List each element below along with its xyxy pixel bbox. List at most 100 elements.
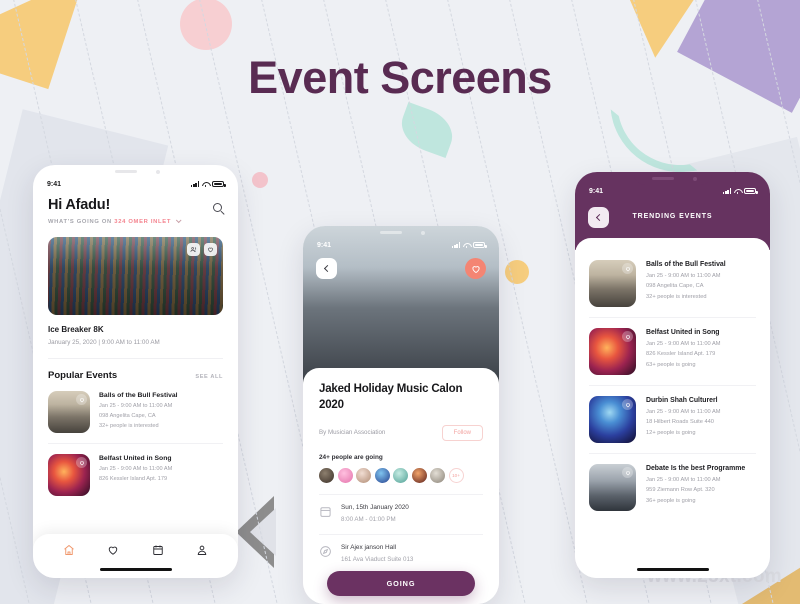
event-name: Balls of the Bull Festival xyxy=(99,392,178,399)
event-address: 098 Angelita Cape, CA xyxy=(646,283,704,289)
page-title: Event Screens xyxy=(248,52,552,103)
page-title: TRENDING EVENTS xyxy=(632,213,713,220)
popular-events-header: Popular Events SEE ALL xyxy=(48,358,223,381)
event-thumbnail xyxy=(589,328,636,375)
follow-button[interactable]: Follow xyxy=(441,424,483,441)
phone-home-screen: 9:41 Hi Afadu! WHAT'S GOING ON 324 OMER … xyxy=(33,165,238,578)
heart-icon[interactable] xyxy=(76,457,87,468)
back-button[interactable] xyxy=(316,258,337,279)
event-detail-sheet: Jaked Holiday Music Calon 2020 By Musici… xyxy=(303,368,499,604)
event-attendance: 32+ people is interested xyxy=(646,293,707,300)
mint-curve xyxy=(610,101,698,179)
location-selector[interactable]: WHAT'S GOING ON 324 OMER INLET xyxy=(48,217,223,225)
search-icon[interactable] xyxy=(213,203,222,212)
hero-event-image[interactable] xyxy=(48,237,223,315)
event-name: Belfast United in Song xyxy=(99,455,172,462)
bottom-tab-bar xyxy=(33,534,238,578)
event-attendance: 32+ people is interested xyxy=(99,423,159,429)
event-name: Debate Is the best Programme xyxy=(646,465,746,472)
battery-icon xyxy=(473,242,487,248)
heart-icon[interactable] xyxy=(622,331,633,342)
avatar-overflow-badge[interactable]: 10+ xyxy=(448,467,464,483)
avatar[interactable] xyxy=(430,467,445,483)
status-bar: 9:41 xyxy=(33,177,238,191)
event-name: Durbin Shah Culturerl xyxy=(646,397,718,404)
event-location-row: Sir Ajex janson Hall 161 Ava Viaduct Sui… xyxy=(319,533,483,563)
event-organizer: By Musician Association xyxy=(319,429,386,437)
event-address: 826 Kessler Island Apt. 179 xyxy=(646,351,716,357)
avatar[interactable] xyxy=(356,467,371,483)
heart-icon[interactable] xyxy=(622,399,633,410)
event-date: Jan 25 - 9:00 AM to 11:00 AM xyxy=(646,408,721,415)
event-date: Jan 25 - 9:00 AM to 11:00 AM xyxy=(646,272,721,279)
list-item[interactable]: Balls of the Bull Festival Jan 25 - 9:00… xyxy=(48,391,223,433)
event-address: 826 Kessler Island Apt. 179 xyxy=(99,476,168,482)
trending-events-list: Balls of the Bull Festival Jan 25 - 9:00… xyxy=(575,238,770,578)
signal-icon xyxy=(723,188,731,194)
wifi-icon xyxy=(463,242,470,248)
signal-icon xyxy=(452,242,460,248)
status-time: 9:41 xyxy=(589,187,604,195)
wifi-icon xyxy=(202,181,209,187)
chevron-left-icon xyxy=(323,264,332,273)
home-indicator xyxy=(636,567,709,571)
list-item[interactable]: Debate Is the best Programme Jan 25 - 9:… xyxy=(589,453,756,521)
tab-calendar[interactable] xyxy=(152,544,164,556)
avatar[interactable] xyxy=(319,467,334,483)
status-time: 9:41 xyxy=(47,180,62,188)
phone-notch xyxy=(362,226,440,239)
event-date-primary: Sun, 15th January 2020 xyxy=(341,503,409,511)
status-bar: 9:41 xyxy=(303,238,499,252)
list-item[interactable]: Durbin Shah Culturerl Jan 25 - 9:00 AM t… xyxy=(589,385,756,453)
phone-notch xyxy=(96,165,175,178)
status-bar: 9:41 xyxy=(575,184,770,198)
pink-circle-small xyxy=(252,172,268,188)
battery-icon xyxy=(212,181,226,187)
tab-profile[interactable] xyxy=(196,544,208,556)
event-attendance: 63+ people is going xyxy=(646,361,696,368)
going-button[interactable]: GOING xyxy=(327,571,475,596)
tab-favorites[interactable] xyxy=(107,544,119,556)
event-date-row: Sun, 15th January 2020 8:00 AM - 01:00 P… xyxy=(319,493,483,523)
phone-notch xyxy=(633,172,712,185)
phone-trending-events-screen: 9:41 TRENDING EVENTS Balls of the Bull F… xyxy=(575,172,770,578)
event-address: 959 Ziemann Row Apt. 320 xyxy=(646,487,715,493)
event-date: Jan 25 - 9:00 AM to 11:00 AM xyxy=(646,476,721,483)
phone-event-detail-screen: 9:41 Jaked Holiday Music Calon 2020 By M… xyxy=(303,226,499,604)
event-thumbnail xyxy=(48,391,90,433)
avatar[interactable] xyxy=(337,467,353,483)
see-all-link[interactable]: SEE ALL xyxy=(195,374,223,380)
favorite-button[interactable] xyxy=(465,258,486,279)
list-item[interactable]: Belfast United in Song Jan 25 - 9:00 AM … xyxy=(589,317,756,385)
attendee-count-label: 24+ people are going xyxy=(319,453,383,461)
tab-home[interactable] xyxy=(63,544,75,556)
battery-icon xyxy=(744,188,758,194)
avatar[interactable] xyxy=(411,467,427,483)
event-date: Jan 25 - 9:00 AM to 11:00 AM xyxy=(99,403,173,409)
event-location-secondary: 161 Ava Viaduct Suite 013 xyxy=(341,555,414,563)
chevron-down-icon xyxy=(176,217,182,224)
wifi-icon xyxy=(734,188,741,194)
event-attendance: 36+ people is going xyxy=(646,497,696,504)
heart-icon[interactable] xyxy=(76,394,87,405)
heart-icon[interactable] xyxy=(622,263,633,274)
mint-blob xyxy=(394,101,460,159)
compass-icon xyxy=(319,545,332,558)
avatar[interactable] xyxy=(374,467,390,483)
heart-icon[interactable] xyxy=(622,467,633,478)
event-thumbnail xyxy=(589,396,636,443)
people-icon[interactable] xyxy=(187,243,200,256)
event-date: Jan 25 - 9:00 AM to 11:00 AM xyxy=(646,340,721,347)
event-name: Balls of the Bull Festival xyxy=(646,261,726,268)
home-indicator xyxy=(99,567,172,571)
list-item[interactable]: Belfast United in Song Jan 25 - 9:00 AM … xyxy=(48,443,223,496)
section-title: Popular Events xyxy=(48,370,118,381)
signal-icon xyxy=(191,181,199,187)
list-item[interactable]: Balls of the Bull Festival Jan 25 - 9:00… xyxy=(589,250,756,317)
event-thumbnail xyxy=(48,454,90,496)
event-address: 098 Angelita Cape, CA xyxy=(99,413,156,419)
hero-event-title: Ice Breaker 8K xyxy=(48,325,104,334)
heart-icon[interactable] xyxy=(204,243,217,256)
event-location-primary: Sir Ajex janson Hall xyxy=(341,543,397,551)
avatar[interactable] xyxy=(393,467,408,483)
